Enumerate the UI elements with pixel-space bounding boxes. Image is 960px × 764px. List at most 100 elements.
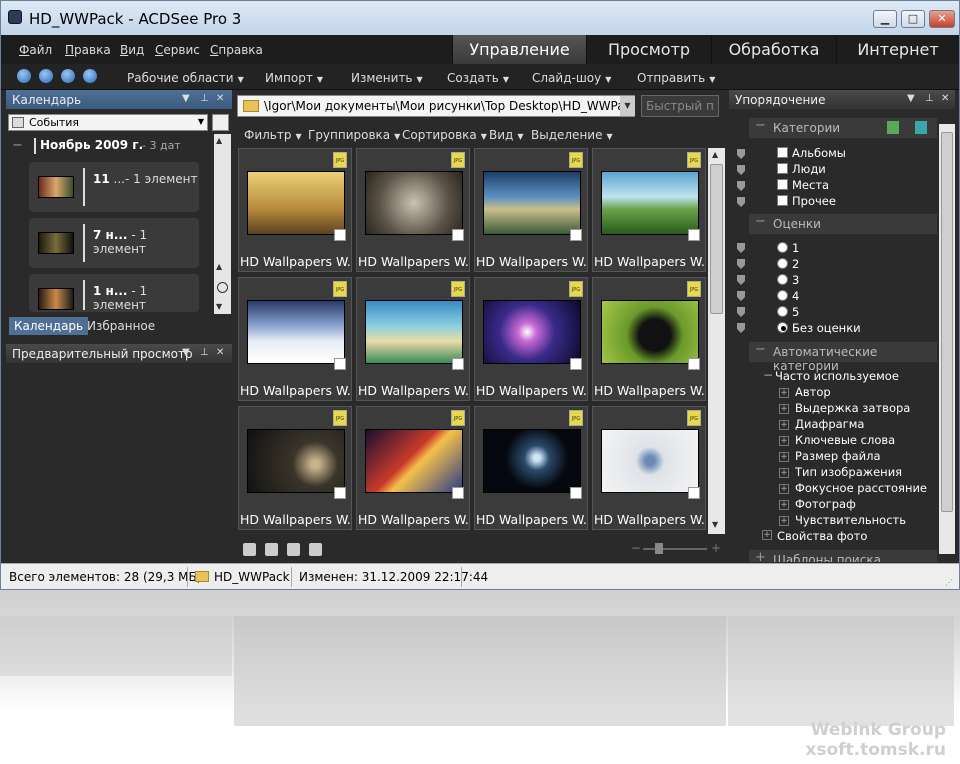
close-icon[interactable]: ✕ bbox=[216, 347, 224, 358]
category-checkbox[interactable] bbox=[777, 147, 788, 158]
rating-radio[interactable] bbox=[777, 290, 788, 301]
rating-radio[interactable] bbox=[777, 242, 788, 253]
close-button[interactable]: ✕ bbox=[929, 10, 955, 28]
rating-radio[interactable] bbox=[777, 258, 788, 269]
select-checkbox[interactable] bbox=[334, 487, 346, 499]
select-checkbox[interactable] bbox=[452, 358, 464, 370]
select-checkbox[interactable] bbox=[688, 358, 700, 370]
panel-menu-icon[interactable]: ▼ bbox=[182, 347, 190, 358]
tab-view[interactable]: Просмотр bbox=[586, 35, 711, 64]
rating-radio[interactable] bbox=[777, 274, 788, 285]
calendar-scrollbar[interactable]: ▲ ▲ ▼ bbox=[214, 134, 231, 314]
path-dropdown-icon[interactable]: ▼ bbox=[620, 96, 635, 116]
thumbnail-item[interactable]: JPG HD Wallpapers W... bbox=[592, 406, 706, 530]
search-templates-header[interactable]: + Шаблоны поиска bbox=[749, 550, 937, 562]
expand-icon[interactable]: + bbox=[755, 550, 766, 562]
thumbnail-item[interactable]: JPG HD Wallpapers W... bbox=[592, 277, 706, 401]
compare-icon[interactable] bbox=[309, 543, 322, 556]
toolbar-edit[interactable]: Изменить ▼ bbox=[351, 71, 423, 85]
select-checkbox[interactable] bbox=[452, 229, 464, 241]
menu-tools[interactable]: Сервис bbox=[155, 43, 200, 57]
thumbnail-item[interactable]: JPG HD Wallpapers W... bbox=[474, 277, 588, 401]
close-icon[interactable]: ✕ bbox=[216, 93, 224, 104]
back-icon[interactable] bbox=[39, 69, 53, 83]
maximize-button[interactable]: □ bbox=[901, 10, 925, 28]
import-icon[interactable] bbox=[243, 543, 256, 556]
calendar-row[interactable]: 7 н... - 1 элемент bbox=[29, 218, 199, 268]
toolbar-send[interactable]: Отправить ▼ bbox=[637, 71, 715, 85]
sort-menu[interactable]: Сортировка ▼ bbox=[402, 128, 487, 142]
auto-item[interactable]: Диафрагма bbox=[795, 417, 864, 431]
calendar-filter-select[interactable]: События ▼ bbox=[8, 114, 208, 131]
zoom-slider[interactable] bbox=[643, 548, 707, 550]
menu-file[interactable]: Файл bbox=[19, 43, 52, 57]
group-menu[interactable]: Группировка ▼ bbox=[308, 128, 400, 142]
select-checkbox[interactable] bbox=[570, 358, 582, 370]
select-checkbox[interactable] bbox=[570, 229, 582, 241]
browser-scrollbar[interactable]: ▲ ▼ bbox=[708, 148, 725, 534]
resize-grip-icon[interactable]: ⋰ bbox=[945, 578, 953, 587]
menu-help[interactable]: Справка bbox=[210, 43, 263, 57]
zoom-slider-handle[interactable] bbox=[655, 543, 663, 554]
rotate-left-icon[interactable] bbox=[265, 543, 278, 556]
auto-categories-header[interactable]: − Автоматические категории bbox=[749, 342, 937, 373]
select-checkbox[interactable] bbox=[334, 358, 346, 370]
scroll-thumb[interactable] bbox=[941, 132, 953, 512]
thumbnail-item[interactable]: JPG HD Wallpapers W... bbox=[238, 148, 352, 272]
thumbnail-item[interactable]: JPG HD Wallpapers W... bbox=[238, 277, 352, 401]
select-checkbox[interactable] bbox=[334, 229, 346, 241]
category-checkbox[interactable] bbox=[777, 195, 788, 206]
select-menu[interactable]: Выделение ▼ bbox=[531, 128, 613, 142]
menu-view[interactable]: Вид bbox=[120, 43, 144, 57]
tab-online[interactable]: Интернет bbox=[836, 35, 959, 64]
minimize-button[interactable]: ▁ bbox=[873, 10, 897, 28]
expand-icon[interactable]: + bbox=[779, 436, 789, 446]
panel-menu-icon[interactable]: ▼ bbox=[907, 93, 915, 104]
collapse-icon[interactable]: − bbox=[755, 342, 766, 357]
thumbnail-item[interactable]: JPG HD Wallpapers W... bbox=[356, 148, 470, 272]
category-checkbox[interactable] bbox=[777, 163, 788, 174]
expand-icon[interactable]: + bbox=[779, 420, 789, 430]
expand-icon[interactable]: + bbox=[779, 452, 789, 462]
zoom-out-icon[interactable]: − bbox=[631, 541, 641, 555]
auto-item[interactable]: Автор bbox=[795, 385, 831, 399]
pin-icon[interactable]: ⊥ bbox=[925, 93, 934, 104]
calendar-row[interactable]: 11 ...- 1 элемент bbox=[29, 162, 199, 212]
expand-icon[interactable]: + bbox=[779, 388, 789, 398]
rating-radio-unrated[interactable] bbox=[777, 322, 788, 333]
auto-item[interactable]: Фокусное расстояние bbox=[795, 481, 927, 495]
menu-edit[interactable]: Правка bbox=[65, 43, 111, 57]
collapse-icon[interactable]: − bbox=[755, 118, 766, 133]
collapse-icon[interactable]: − bbox=[755, 214, 766, 229]
expand-icon[interactable]: + bbox=[762, 530, 772, 540]
toolbar-import[interactable]: Импорт ▼ bbox=[265, 71, 323, 85]
auto-item[interactable]: Размер файла bbox=[795, 449, 881, 463]
new-category-icon[interactable] bbox=[915, 121, 927, 134]
calendar-options-button[interactable] bbox=[212, 114, 229, 131]
scroll-up-icon[interactable]: ▲ bbox=[216, 136, 222, 145]
scroll-center-icon[interactable] bbox=[217, 282, 228, 293]
scroll-up-icon[interactable]: ▲ bbox=[712, 150, 718, 159]
select-checkbox[interactable] bbox=[570, 487, 582, 499]
auto-item[interactable]: Фотограф bbox=[795, 497, 856, 511]
auto-item[interactable]: Ключевые слова bbox=[795, 433, 895, 447]
view-menu[interactable]: Вид ▼ bbox=[489, 128, 523, 142]
scroll-thumb[interactable] bbox=[710, 164, 723, 314]
up-icon[interactable] bbox=[83, 69, 97, 83]
thumbnail-item[interactable]: JPG HD Wallpapers W... bbox=[474, 406, 588, 530]
organize-scrollbar[interactable] bbox=[939, 124, 955, 554]
categories-section-header[interactable]: − Категории bbox=[749, 118, 937, 138]
close-icon[interactable]: ✕ bbox=[941, 93, 949, 104]
rotate-right-icon[interactable] bbox=[287, 543, 300, 556]
path-bar[interactable]: \Igor\Мои документы\Мои рисунки\Top Desk… bbox=[237, 95, 635, 117]
category-checkbox[interactable] bbox=[777, 179, 788, 190]
thumbnail-item[interactable]: JPG HD Wallpapers W... bbox=[592, 148, 706, 272]
expand-icon[interactable]: + bbox=[779, 468, 789, 478]
thumbnail-item[interactable]: JPG HD Wallpapers W... bbox=[356, 277, 470, 401]
expand-icon[interactable]: + bbox=[779, 404, 789, 414]
scroll-down-icon[interactable]: ▼ bbox=[712, 520, 718, 529]
tab-manage[interactable]: Управление bbox=[452, 35, 586, 64]
toolbar-workspaces[interactable]: Рабочие области ▼ bbox=[127, 71, 244, 85]
select-checkbox[interactable] bbox=[688, 487, 700, 499]
toolbar-create[interactable]: Создать ▼ bbox=[447, 71, 509, 85]
